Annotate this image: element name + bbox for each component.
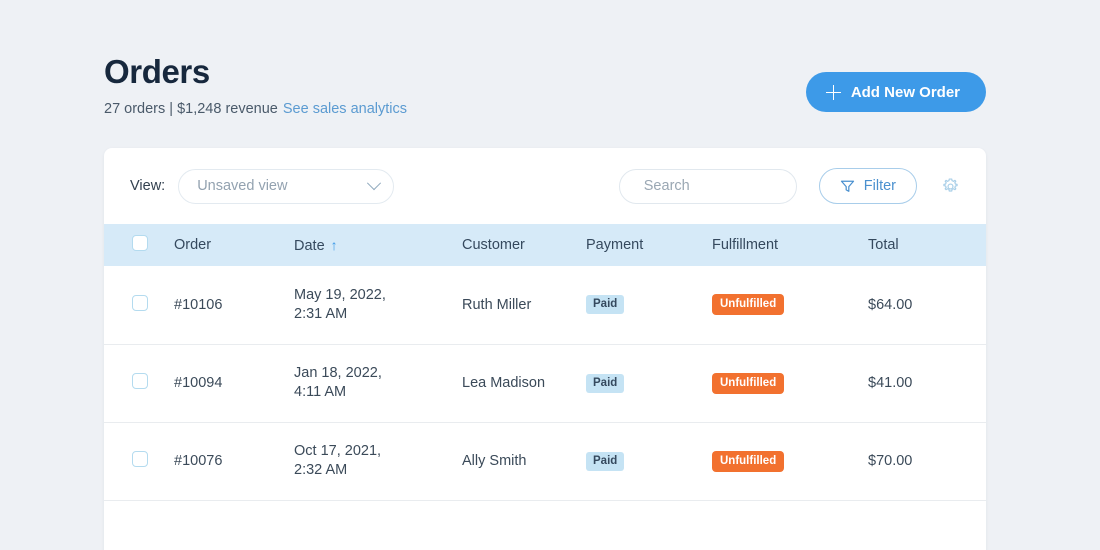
order-number-cell: #10076	[174, 422, 294, 501]
column-header-date[interactable]: Date ↑	[294, 224, 462, 266]
settings-button[interactable]	[939, 175, 962, 198]
orders-table-head: Order Date ↑ Customer Payment Fulfillment…	[104, 224, 986, 266]
column-header-fulfillment[interactable]: Fulfillment	[712, 224, 868, 266]
toolbar-right-group: Filter	[618, 148, 962, 224]
see-sales-analytics-link[interactable]: See sales analytics	[283, 101, 407, 117]
orders-summary-text: 27 orders | $1,248 revenue	[104, 101, 278, 117]
sort-ascending-icon: ↑	[330, 236, 338, 253]
fulfillment-status-cell: Unfulfilled	[712, 422, 868, 501]
customer-name-cell: Ally Smith	[462, 422, 586, 501]
select-all-header	[104, 224, 174, 266]
add-new-order-label: Add New Order	[850, 83, 960, 101]
fulfillment-status-cell: Unfulfilled	[712, 266, 868, 345]
row-checkbox[interactable]	[132, 451, 148, 467]
order-date-line1: May 19, 2022,	[294, 286, 386, 303]
customer-name-cell: Lea Madison	[462, 344, 586, 423]
filter-button[interactable]: Filter	[818, 168, 917, 204]
order-date-line1: Jan 18, 2022,	[294, 365, 382, 381]
payment-status-cell: Paid	[586, 344, 712, 423]
gear-icon	[943, 177, 958, 192]
table-toolbar: View: Unsaved view Filter	[104, 148, 986, 224]
view-select[interactable]: Unsaved view	[178, 168, 395, 204]
status-badge-fulfillment: Unfulfilled	[712, 294, 785, 316]
order-date-line1: Oct 17, 2021,	[294, 443, 382, 459]
orders-table: Order Date ↑ Customer Payment Fulfillment…	[104, 224, 986, 501]
order-date-line2: 2:32 AM	[294, 462, 348, 478]
status-badge-fulfillment: Unfulfilled	[712, 372, 785, 394]
order-total-cell: $64.00	[868, 266, 986, 345]
status-badge-payment: Paid	[586, 373, 625, 393]
order-number-cell: #10094	[174, 344, 294, 423]
select-all-checkbox[interactable]	[132, 235, 148, 251]
column-header-total[interactable]: Total	[868, 224, 986, 266]
status-badge-payment: Paid	[586, 295, 625, 315]
column-header-payment[interactable]: Payment	[586, 224, 712, 266]
chevron-down-icon	[367, 176, 382, 191]
customer-name-cell: Ruth Miller	[462, 266, 586, 345]
row-select-cell	[104, 422, 174, 501]
row-checkbox[interactable]	[132, 373, 148, 389]
fulfillment-status-cell: Unfulfilled	[712, 344, 868, 423]
plus-icon	[825, 84, 841, 100]
title-block: Orders 27 orders | $1,248 revenue See sal…	[104, 52, 407, 118]
status-badge-payment: Paid	[586, 451, 625, 471]
column-header-date-label: Date	[294, 237, 325, 254]
table-row[interactable]: #10094 Jan 18, 2022, 4:11 AM Lea Madison…	[104, 344, 986, 423]
status-badge-fulfillment: Unfulfilled	[712, 450, 785, 472]
order-date-cell: Jan 18, 2022, 4:11 AM	[294, 344, 462, 423]
order-date-line2: 2:31 AM	[294, 305, 348, 322]
order-date-cell: Oct 17, 2021, 2:32 AM	[294, 422, 462, 501]
filter-label: Filter	[863, 178, 896, 194]
payment-status-cell: Paid	[586, 422, 712, 501]
orders-table-body: #10106 May 19, 2022, 2:31 AM Ruth Miller…	[104, 266, 986, 501]
order-total-cell: $70.00	[868, 422, 986, 501]
payment-status-cell: Paid	[586, 266, 712, 345]
orders-page: Orders 27 orders | $1,248 revenue See sal…	[0, 0, 1100, 550]
table-header-row: Order Date ↑ Customer Payment Fulfillment…	[104, 224, 986, 266]
search-input[interactable]	[643, 178, 831, 194]
row-checkbox[interactable]	[132, 294, 148, 311]
orders-card: View: Unsaved view Filter	[104, 148, 986, 550]
order-date-cell: May 19, 2022, 2:31 AM	[294, 266, 462, 345]
funnel-icon	[840, 180, 854, 192]
page-subtitle: 27 orders | $1,248 revenue See sales anal…	[104, 100, 407, 118]
search-box[interactable]	[618, 168, 831, 204]
table-row[interactable]: #10106 May 19, 2022, 2:31 AM Ruth Miller…	[104, 266, 986, 345]
table-row[interactable]: #10076 Oct 17, 2021, 2:32 AM Ally Smith …	[104, 422, 986, 501]
order-total-cell: $41.00	[868, 344, 986, 423]
column-header-order[interactable]: Order	[174, 224, 294, 266]
add-new-order-button[interactable]: Add New Order	[805, 72, 986, 112]
order-date-line2: 4:11 AM	[294, 384, 347, 400]
view-label: View:	[130, 178, 166, 194]
page-title: Orders	[104, 53, 210, 90]
order-number-cell: #10106	[174, 266, 294, 345]
row-select-cell	[104, 266, 174, 345]
view-select-value: Unsaved view	[197, 178, 288, 194]
column-header-customer[interactable]: Customer	[462, 224, 586, 266]
row-select-cell	[104, 344, 174, 423]
